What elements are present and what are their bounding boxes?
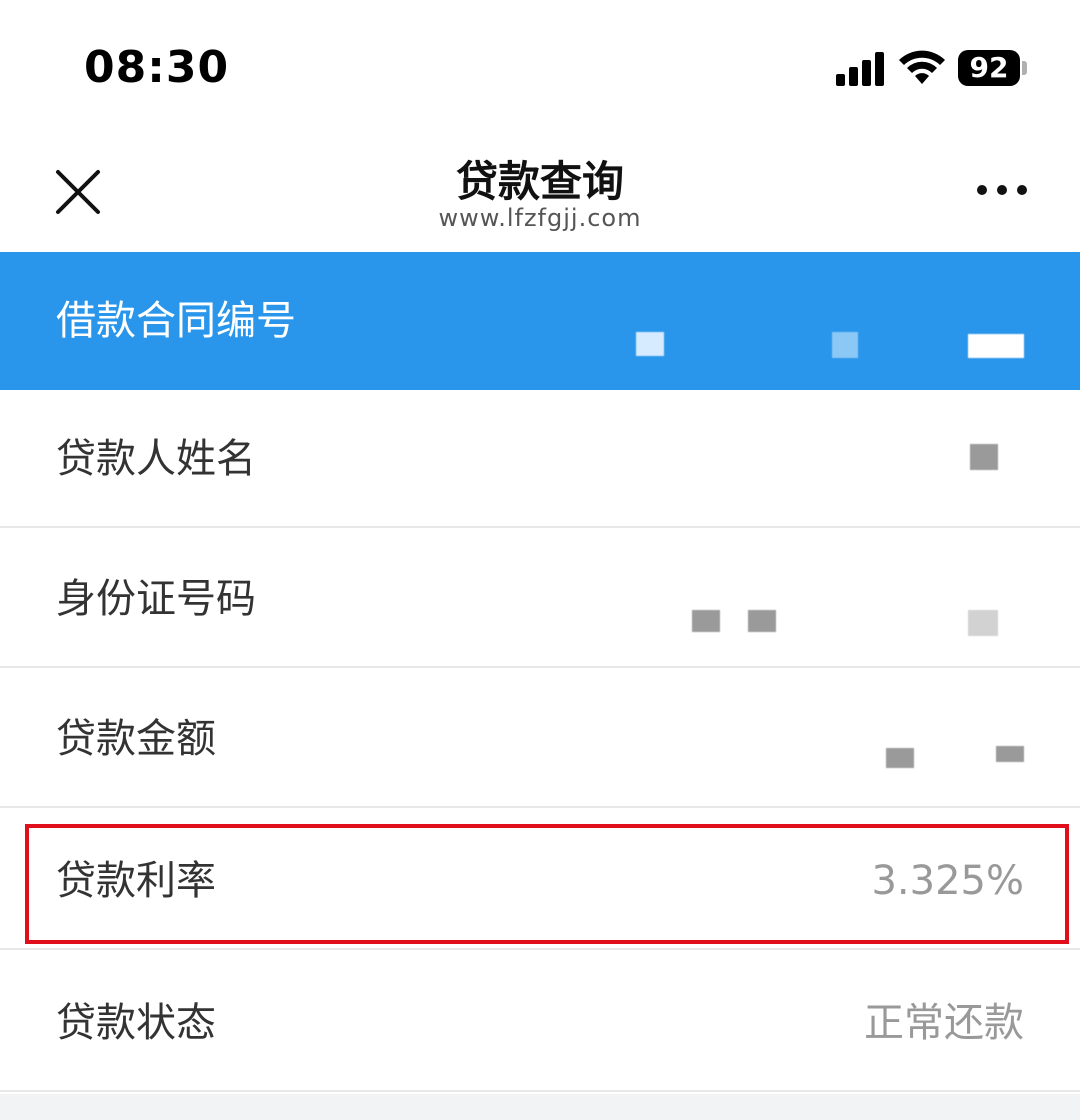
status-bar: 08:30 92 xyxy=(0,0,1080,130)
borrower-name-row: 贷款人姓名 xyxy=(0,390,1080,528)
redacted-block xyxy=(748,610,776,632)
redacted-block xyxy=(968,334,1024,358)
redacted-block xyxy=(996,746,1024,762)
id-number-label: 身份证号码 xyxy=(56,576,256,622)
redacted-block xyxy=(886,748,914,768)
interest-rate-value: 3.325% xyxy=(871,858,1024,904)
loan-amount-row: 贷款金额 xyxy=(0,670,1080,808)
redacted-block xyxy=(636,332,664,356)
redacted-block xyxy=(692,610,720,632)
interest-rate-label: 贷款利率 xyxy=(56,858,216,904)
more-icon[interactable] xyxy=(974,182,1030,198)
contract-number-row: 借款合同编号 xyxy=(0,252,1080,390)
redacted-block xyxy=(970,444,998,470)
page-url: www.lfzfgjj.com xyxy=(438,204,642,232)
id-number-row: 身份证号码 xyxy=(0,530,1080,668)
battery-cap xyxy=(1022,61,1027,75)
page-title: 贷款查询 xyxy=(455,157,624,206)
nav-bar: 贷款查询 www.lfzfgjj.com xyxy=(0,130,1080,252)
contract-number-label: 借款合同编号 xyxy=(56,298,296,344)
loan-status-label: 贷款状态 xyxy=(56,1000,216,1046)
redacted-block xyxy=(832,332,858,358)
battery-indicator: 92 xyxy=(958,50,1020,86)
loan-query-page: 08:30 92 贷款查询 www.lfzfgjj.com 借款合同编号 贷款人… xyxy=(0,0,1080,1120)
bottom-strip xyxy=(0,1094,1080,1120)
interest-rate-row: 贷款利率 3.325% xyxy=(0,812,1080,950)
wifi-icon xyxy=(899,50,945,84)
status-time: 08:30 xyxy=(84,42,230,93)
loan-status-value: 正常还款 xyxy=(864,1000,1024,1046)
redacted-block xyxy=(968,610,998,636)
loan-amount-label: 贷款金额 xyxy=(56,716,216,762)
cellular-signal-icon xyxy=(836,52,884,86)
loan-status-row: 贷款状态 正常还款 xyxy=(0,954,1080,1092)
borrower-name-label: 贷款人姓名 xyxy=(56,436,256,482)
